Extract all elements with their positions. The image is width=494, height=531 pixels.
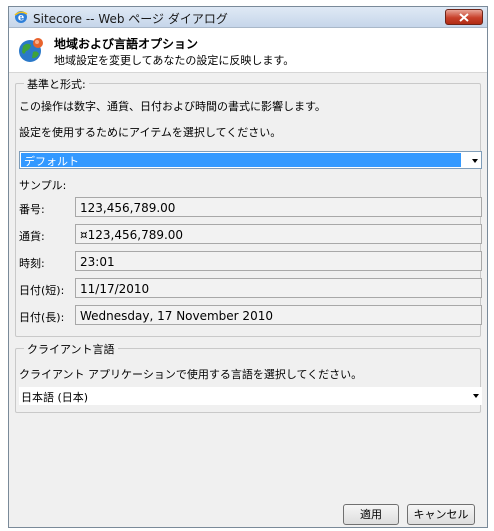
header-subtitle: 地域設定を変更してあなたの設定に反映します。 bbox=[54, 54, 295, 67]
sample-currency-label: 通貨: bbox=[19, 230, 45, 243]
sample-number-value: 123,456,789.00 bbox=[75, 197, 482, 217]
svg-text:e: e bbox=[18, 13, 24, 24]
sample-time-row: 時刻: 23:01 bbox=[19, 251, 482, 271]
sample-long-date-row: 日付(長): Wednesday, 17 November 2010 bbox=[19, 305, 482, 325]
close-button[interactable] bbox=[445, 9, 483, 25]
ie-icon: e bbox=[14, 10, 28, 24]
format-select-highlight: デフォルト bbox=[21, 153, 461, 168]
apply-button[interactable]: 適用 bbox=[343, 504, 399, 525]
globe-icon bbox=[17, 36, 45, 64]
dialog-window: e Sitecore -- Web ページ ダイアログ 地域および言語オプション… bbox=[8, 6, 488, 528]
title-bar: e Sitecore -- Web ページ ダイアログ bbox=[9, 7, 487, 28]
language-select[interactable]: 日本語 (日本) bbox=[19, 387, 482, 405]
sample-label: サンプル: bbox=[19, 179, 67, 192]
close-icon bbox=[459, 13, 469, 22]
sample-long-date-value: Wednesday, 17 November 2010 bbox=[75, 305, 482, 325]
chevron-down-icon bbox=[472, 159, 478, 163]
format-select[interactable]: デフォルト bbox=[19, 151, 482, 169]
format-description: この操作は数字、通貨、日付および時間の書式に影響します。 bbox=[19, 100, 326, 113]
header-title: 地域および言語オプション bbox=[54, 37, 199, 51]
sample-short-date-value: 11/17/2010 bbox=[75, 278, 482, 298]
language-select-value: 日本語 (日本) bbox=[21, 391, 89, 404]
cancel-button[interactable]: キャンセル bbox=[407, 504, 475, 525]
language-group-legend: クライアント言語 bbox=[24, 341, 118, 357]
sample-short-date-row: 日付(短): 11/17/2010 bbox=[19, 278, 482, 298]
format-select-value: デフォルト bbox=[24, 155, 79, 168]
format-instruction: 設定を使用するためにアイテムを選択してください。 bbox=[19, 126, 282, 139]
sample-time-value: 23:01 bbox=[75, 251, 482, 271]
format-group-legend: 基準と形式: bbox=[24, 76, 89, 92]
language-instruction: クライアント アプリケーションで使用する言語を選択してください。 bbox=[19, 368, 363, 381]
dialog-header: 地域および言語オプション 地域設定を変更してあなたの設定に反映します。 bbox=[9, 28, 487, 73]
sample-currency-row: 通貨: ¤123,456,789.00 bbox=[19, 224, 482, 244]
sample-short-date-label: 日付(短): bbox=[19, 284, 65, 297]
chevron-down-icon bbox=[473, 394, 479, 398]
sample-time-label: 時刻: bbox=[19, 257, 45, 270]
window-title: Sitecore -- Web ページ ダイアログ bbox=[33, 12, 228, 26]
sample-currency-value: ¤123,456,789.00 bbox=[75, 224, 482, 244]
sample-number-label: 番号: bbox=[19, 203, 45, 216]
sample-long-date-label: 日付(長): bbox=[19, 311, 65, 324]
sample-number-row: 番号: 123,456,789.00 bbox=[19, 197, 482, 217]
